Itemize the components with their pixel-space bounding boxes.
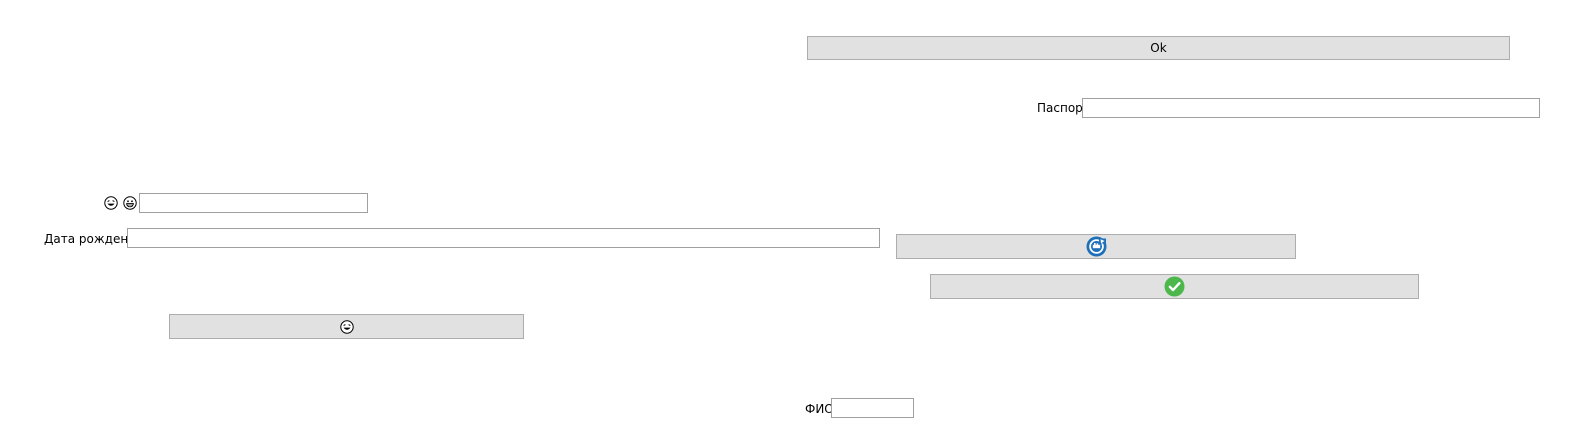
laughing-face-icon — [104, 196, 118, 210]
birth-date-input[interactable] — [127, 228, 880, 248]
fio-label: ФИО — [805, 402, 834, 416]
confirm-button[interactable] — [930, 274, 1419, 299]
laughing-face-icon — [339, 319, 354, 334]
checkmark-circle-icon — [1164, 276, 1185, 297]
grinning-face-icon — [123, 196, 137, 210]
refresh-button[interactable] — [896, 234, 1296, 259]
fio-input[interactable] — [831, 398, 914, 418]
refresh-badge-icon — [1086, 236, 1107, 257]
ok-button[interactable]: Ok — [807, 36, 1510, 60]
laughing-button[interactable] — [169, 314, 524, 339]
emoji-input[interactable] — [139, 193, 368, 213]
passport-input[interactable] — [1082, 98, 1540, 118]
ok-button-label: Ok — [1150, 41, 1167, 55]
